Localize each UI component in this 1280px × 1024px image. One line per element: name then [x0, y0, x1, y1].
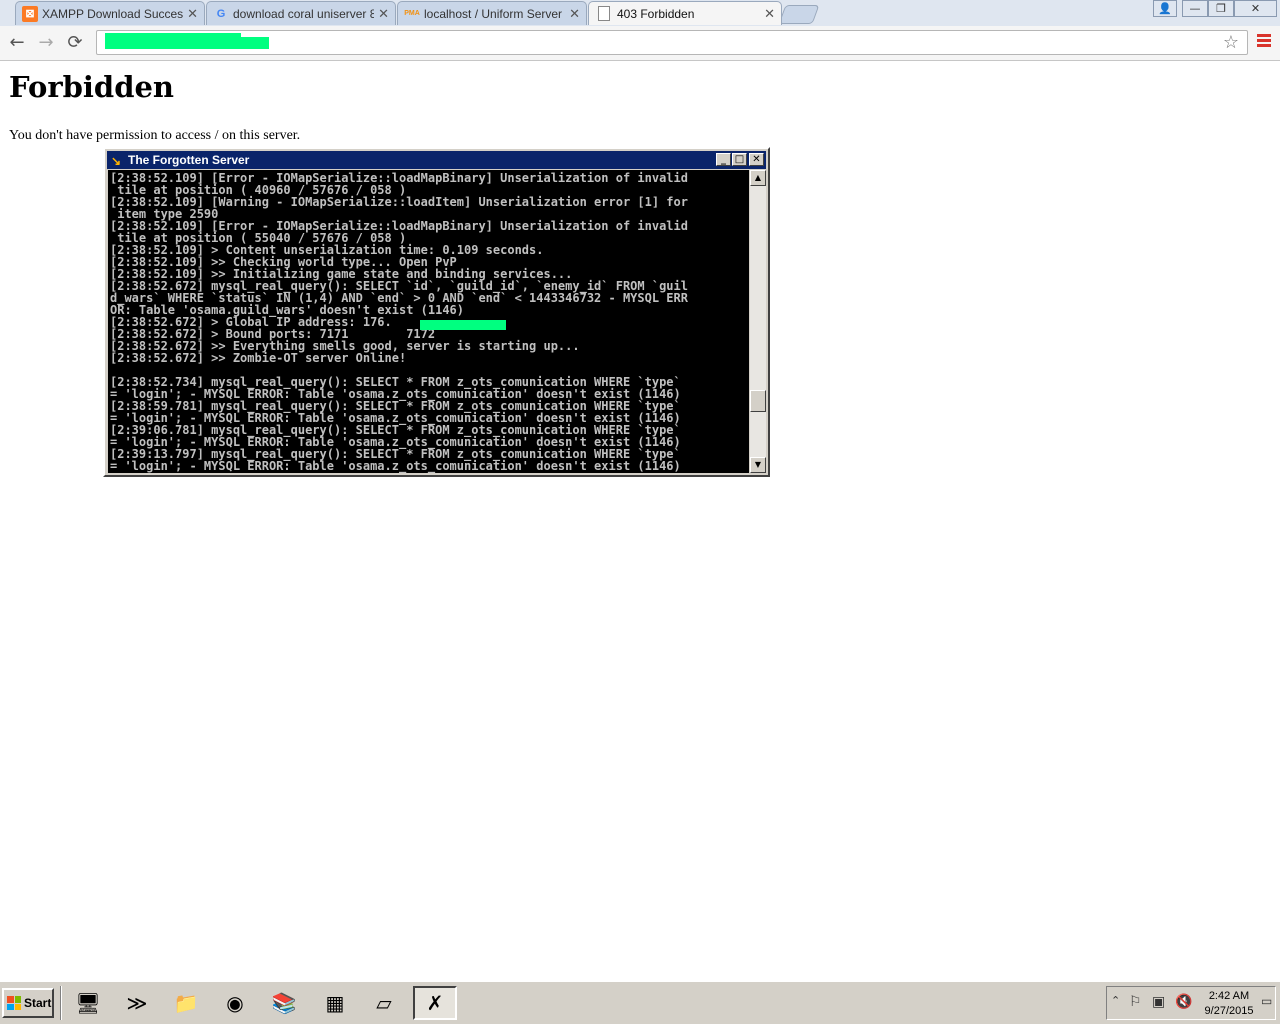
back-button[interactable]: ← [6, 32, 28, 54]
console-maximize-button[interactable]: □ [732, 153, 747, 166]
start-label: Start [24, 996, 52, 1010]
forward-button[interactable]: → [35, 32, 57, 54]
clock-date[interactable]: 9/27/2015 [1199, 1005, 1259, 1017]
console-title: The Forgotten Server [128, 153, 250, 167]
console-line: = 'login'; - MYSQL ERROR: Table 'osama.z… [110, 459, 681, 473]
console-output[interactable]: [2:38:52.109] [Error - IOMapSerialize::l… [108, 170, 749, 473]
console-minimize-button[interactable]: _ [716, 153, 731, 166]
console-scrollbar[interactable]: ▲ ▼ [750, 170, 766, 473]
console-title-bar[interactable]: ↘ The Forgotten Server _ □ ✕ [107, 151, 766, 169]
tab-title: localhost / Uniform Server / c [424, 6, 566, 21]
console-close-button[interactable]: ✕ [749, 153, 764, 166]
control-panel-icon[interactable]: ▦ [313, 986, 357, 1020]
tab-title: download coral uniserver 8-9 [233, 6, 375, 21]
tab-403-forbidden[interactable]: 403 Forbidden ✕ [588, 1, 782, 25]
chrome-icon[interactable]: ◉ [213, 986, 257, 1020]
show-desktop-icon[interactable]: ▭ [1261, 994, 1272, 1008]
console-line: [2:38:52.672] >> Zombie-OT server Online… [110, 351, 407, 365]
console-window[interactable]: ↘ The Forgotten Server _ □ ✕ [2:38:52.10… [103, 147, 770, 477]
close-tab-icon[interactable]: ✕ [764, 6, 775, 22]
file-explorer-icon[interactable]: 📁 [164, 986, 208, 1020]
tab-strip: ⊠ XAMPP Download Success ✕ G download co… [0, 0, 1280, 26]
scroll-up-button[interactable]: ▲ [750, 170, 766, 186]
page-icon [598, 6, 610, 21]
windows-flag-icon [7, 996, 21, 1010]
server-manager-icon[interactable]: 🖥 [66, 986, 110, 1020]
xampp-icon: ⊠ [22, 5, 38, 22]
forgotten-server-icon: ↘ [111, 154, 122, 168]
new-tab-button[interactable] [778, 5, 820, 24]
bookmark-star-icon[interactable]: ☆ [1223, 32, 1239, 53]
tab-title: 403 Forbidden [617, 6, 695, 21]
restore-window-button[interactable]: ❐ [1208, 0, 1234, 17]
minimize-window-button[interactable]: — [1182, 0, 1208, 17]
tab-phpmyadmin[interactable]: PMA localhost / Uniform Server / c ✕ [397, 1, 587, 25]
taskbar-separator [60, 986, 62, 1020]
chevron-up-icon[interactable]: ⌃ [1111, 994, 1120, 1007]
close-tab-icon[interactable]: ✕ [187, 6, 198, 22]
forgotten-server-icon[interactable]: ✗ [413, 986, 457, 1020]
google-icon: G [216, 7, 226, 20]
page-heading: Forbidden [9, 70, 175, 104]
menu-icon[interactable] [1257, 32, 1271, 52]
flag-icon[interactable]: ⚐ [1129, 994, 1142, 1010]
url-redaction [105, 33, 241, 39]
tab-xampp[interactable]: ⊠ XAMPP Download Success ✕ [15, 1, 205, 25]
tab-google-search[interactable]: G download coral uniserver 8-9 ✕ [206, 1, 396, 25]
page-message: You don't have permission to access / on… [9, 128, 301, 143]
clock-time[interactable]: 2:42 AM [1199, 990, 1259, 1002]
powershell-icon[interactable]: ≫ [115, 986, 159, 1020]
ip-redaction [420, 320, 506, 330]
notepad-icon[interactable]: ▱ [362, 986, 406, 1020]
address-bar[interactable]: ☆ [96, 30, 1248, 55]
reload-button[interactable]: ⟳ [64, 32, 86, 54]
winrar-icon[interactable]: 📚 [262, 986, 306, 1020]
close-tab-icon[interactable]: ✕ [569, 6, 580, 22]
volume-muted-icon[interactable]: 🔇 [1175, 994, 1192, 1010]
taskbar: Start 🖥 ≫ 📁 ◉ 📚 ▦ ▱ ✗ ⌃ ⚐ ▣ 🔇 2:42 AM 9/27/2015… [0, 980, 1280, 1024]
start-button[interactable]: Start [2, 988, 54, 1018]
network-icon[interactable]: ▣ [1152, 994, 1165, 1010]
close-tab-icon[interactable]: ✕ [378, 6, 389, 22]
phpmyadmin-icon: PMA [404, 10, 420, 17]
tab-title: XAMPP Download Success [42, 6, 184, 21]
browser-toolbar: ← → ⟳ ☆ [0, 26, 1280, 61]
profile-icon[interactable]: 👤 [1153, 0, 1177, 17]
system-tray: ⌃ ⚐ ▣ 🔇 2:42 AM 9/27/2015 ▭ [1106, 986, 1276, 1020]
scroll-thumb[interactable] [750, 390, 766, 412]
close-window-button[interactable]: ✕ [1234, 0, 1277, 17]
scroll-down-button[interactable]: ▼ [750, 457, 766, 473]
